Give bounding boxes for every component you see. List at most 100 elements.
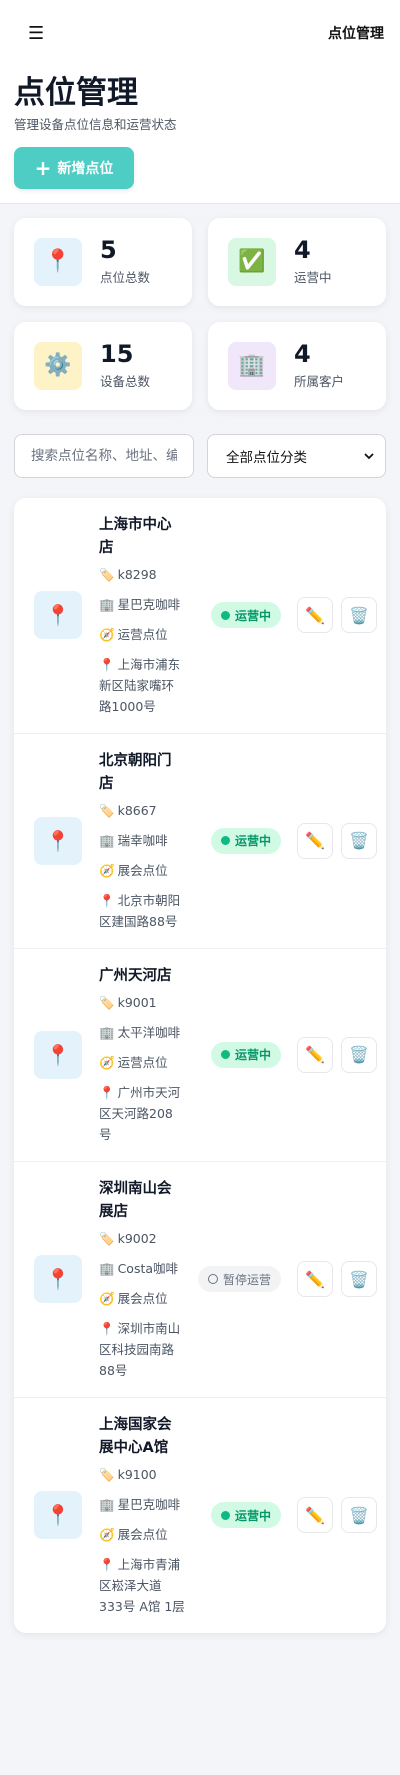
- stat-label: 所属客户: [294, 374, 345, 390]
- table-row: 📍 上海市中心店 🏷️ k8298 🏢 星巴克咖啡 🧭 运营点位 📍 上海市浦东新区陆家嘴环路10…: [14, 498, 386, 734]
- edit-button[interactable]: ✏️: [297, 597, 333, 634]
- tag-icon: 🏷️: [99, 1230, 115, 1246]
- topbar-title: 点位管理: [328, 26, 384, 42]
- site-customer: 🏢 Costa咖啡: [99, 1258, 185, 1279]
- site-code: 🏷️ k9100: [99, 1464, 185, 1485]
- tag-icon: 🏷️: [99, 1466, 115, 1482]
- site-address: 📍 上海市青浦区崧泽大道333号 A馆 1层: [99, 1554, 185, 1617]
- status-dot-icon: [207, 1274, 218, 1285]
- site-customer: 🏢 瑞幸咖啡: [99, 830, 185, 851]
- site-customer-text: 星巴克咖啡: [117, 1496, 181, 1512]
- building-icon: 🏢: [99, 832, 115, 848]
- site-category-text: 展会点位: [117, 862, 168, 878]
- stat-text: 5 点位总数: [100, 237, 150, 286]
- stat-value: 4: [294, 235, 311, 264]
- status-dot-icon: [220, 836, 230, 846]
- tag-icon: 🏷️: [99, 994, 115, 1010]
- status-cell: 运营中: [185, 1502, 281, 1529]
- stats-grid: 📍 5 点位总数 ✅ 4 运营中 ⚙️ 15 设备总数 🏢 4 所属客户: [0, 204, 400, 410]
- site-category: 🧭 展会点位: [99, 1524, 185, 1545]
- table-row: 📍 深圳南山会展店 🏷️ k9002 🏢 Costa咖啡 🧭 展会点位 📍 深圳市南山区科技园南路…: [14, 1162, 386, 1398]
- site-category-text: 运营点位: [117, 1054, 168, 1070]
- edit-button[interactable]: ✏️: [297, 1036, 333, 1073]
- building-icon: 🏢: [228, 341, 276, 390]
- status-text: 暂停运营: [222, 1272, 271, 1287]
- building-icon: 🏢: [99, 1260, 115, 1276]
- delete-button[interactable]: 🗑️: [341, 1036, 377, 1073]
- site-address: 📍 北京市朝阳区建国路88号: [99, 890, 185, 932]
- site-info: 广州天河店 🏷️ k9001 🏢 太平洋咖啡 🧭 运营点位 📍 广州市天河区天河路208号: [99, 965, 185, 1145]
- row-actions: ✏️ 🗑️: [297, 597, 377, 634]
- trash-icon: 🗑️: [349, 1505, 369, 1525]
- delete-button[interactable]: 🗑️: [341, 1261, 377, 1298]
- site-info: 北京朝阳门店 🏷️ k8667 🏢 瑞幸咖啡 🧭 展会点位 📍 北京市朝阳区建国路88号: [99, 750, 185, 932]
- compass-icon: 🧭: [99, 862, 115, 878]
- site-code: 🏷️ k9001: [99, 992, 185, 1013]
- compass-icon: 🧭: [99, 626, 115, 642]
- site-address: 📍 深圳市南山区科技园南路88号: [99, 1318, 185, 1381]
- status-badge: 运营中: [210, 1041, 281, 1068]
- status-text: 运营中: [234, 1048, 271, 1063]
- stat-value: 5: [100, 235, 117, 264]
- site-customer-text: 瑞幸咖啡: [117, 832, 168, 848]
- edit-button[interactable]: ✏️: [297, 1497, 333, 1534]
- pencil-icon: ✏️: [305, 1045, 325, 1065]
- page-title: 点位管理: [14, 75, 138, 111]
- stat-card: ⚙️ 15 设备总数: [14, 321, 192, 410]
- site-category: 🧭 展会点位: [99, 1288, 185, 1309]
- pin-icon: 📍: [99, 656, 115, 672]
- top-bar: ☰ 点位管理: [0, 0, 400, 66]
- site-category-text: 运营点位: [117, 626, 168, 642]
- site-code-text: k9100: [117, 1466, 157, 1482]
- site-category-text: 展会点位: [117, 1526, 168, 1542]
- stat-label: 设备总数: [100, 374, 151, 390]
- site-code: 🏷️ k8298: [99, 564, 185, 585]
- delete-button[interactable]: 🗑️: [341, 822, 377, 859]
- site-code-text: k9002: [117, 1230, 157, 1246]
- stat-text: 15 设备总数: [100, 341, 150, 390]
- pin-icon: 📍: [34, 1030, 82, 1079]
- stat-label: 点位总数: [100, 270, 151, 286]
- pencil-icon: ✏️: [305, 831, 325, 851]
- pencil-icon: ✏️: [305, 605, 325, 625]
- add-site-button-label: 新增点位: [57, 160, 114, 177]
- status-text: 运营中: [234, 608, 271, 623]
- site-category: 🧭 运营点位: [99, 624, 185, 645]
- site-code-text: k8667: [117, 802, 157, 818]
- delete-button[interactable]: 🗑️: [341, 597, 377, 634]
- search-input[interactable]: [14, 433, 194, 478]
- site-list: 📍 上海市中心店 🏷️ k8298 🏢 星巴克咖啡 🧭 运营点位 📍 上海市浦东新区陆家嘴环路10…: [14, 497, 386, 1633]
- stat-label: 运营中: [294, 270, 332, 286]
- category-select[interactable]: 全部点位分类: [207, 433, 386, 478]
- status-cell: 暂停运营: [185, 1266, 281, 1293]
- status-badge: 暂停运营: [197, 1266, 281, 1293]
- status-cell: 运营中: [185, 602, 281, 629]
- pin-icon: 📍: [99, 1320, 115, 1336]
- building-icon: 🏢: [99, 1496, 115, 1512]
- pin-icon: 📍: [34, 591, 82, 640]
- site-info: 深圳南山会展店 🏷️ k9002 🏢 Costa咖啡 🧭 展会点位 📍 深圳市南山区科技园南路8…: [99, 1178, 185, 1381]
- edit-button[interactable]: ✏️: [297, 822, 333, 859]
- site-name: 广州天河店: [99, 967, 172, 984]
- add-site-button[interactable]: + 新增点位: [14, 146, 134, 189]
- pin-icon: 📍: [34, 1491, 82, 1540]
- edit-button[interactable]: ✏️: [297, 1261, 333, 1298]
- stat-text: 4 所属客户: [294, 341, 344, 390]
- site-code-text: k8298: [117, 566, 157, 582]
- gear-icon: ⚙️: [34, 341, 82, 390]
- stat-text: 4 运营中: [294, 237, 332, 286]
- status-cell: 运营中: [185, 1041, 281, 1068]
- site-customer-text: 星巴克咖啡: [117, 596, 181, 612]
- table-row: 📍 广州天河店 🏷️ k9001 🏢 太平洋咖啡 🧭 运营点位 📍 广州市天河区天河路208号 运营…: [14, 949, 386, 1162]
- status-text: 运营中: [234, 1508, 271, 1523]
- compass-icon: 🧭: [99, 1526, 115, 1542]
- site-customer: 🏢 太平洋咖啡: [99, 1022, 185, 1043]
- menu-icon[interactable]: ☰: [28, 23, 44, 44]
- page-subtitle: 管理设备点位信息和运营状态: [14, 116, 177, 132]
- pin-icon: 📍: [34, 237, 82, 286]
- status-dot-icon: [220, 610, 230, 620]
- delete-button[interactable]: 🗑️: [341, 1497, 377, 1534]
- status-badge: 运营中: [210, 1502, 281, 1529]
- site-customer: 🏢 星巴克咖啡: [99, 594, 185, 615]
- trash-icon: 🗑️: [349, 1045, 369, 1065]
